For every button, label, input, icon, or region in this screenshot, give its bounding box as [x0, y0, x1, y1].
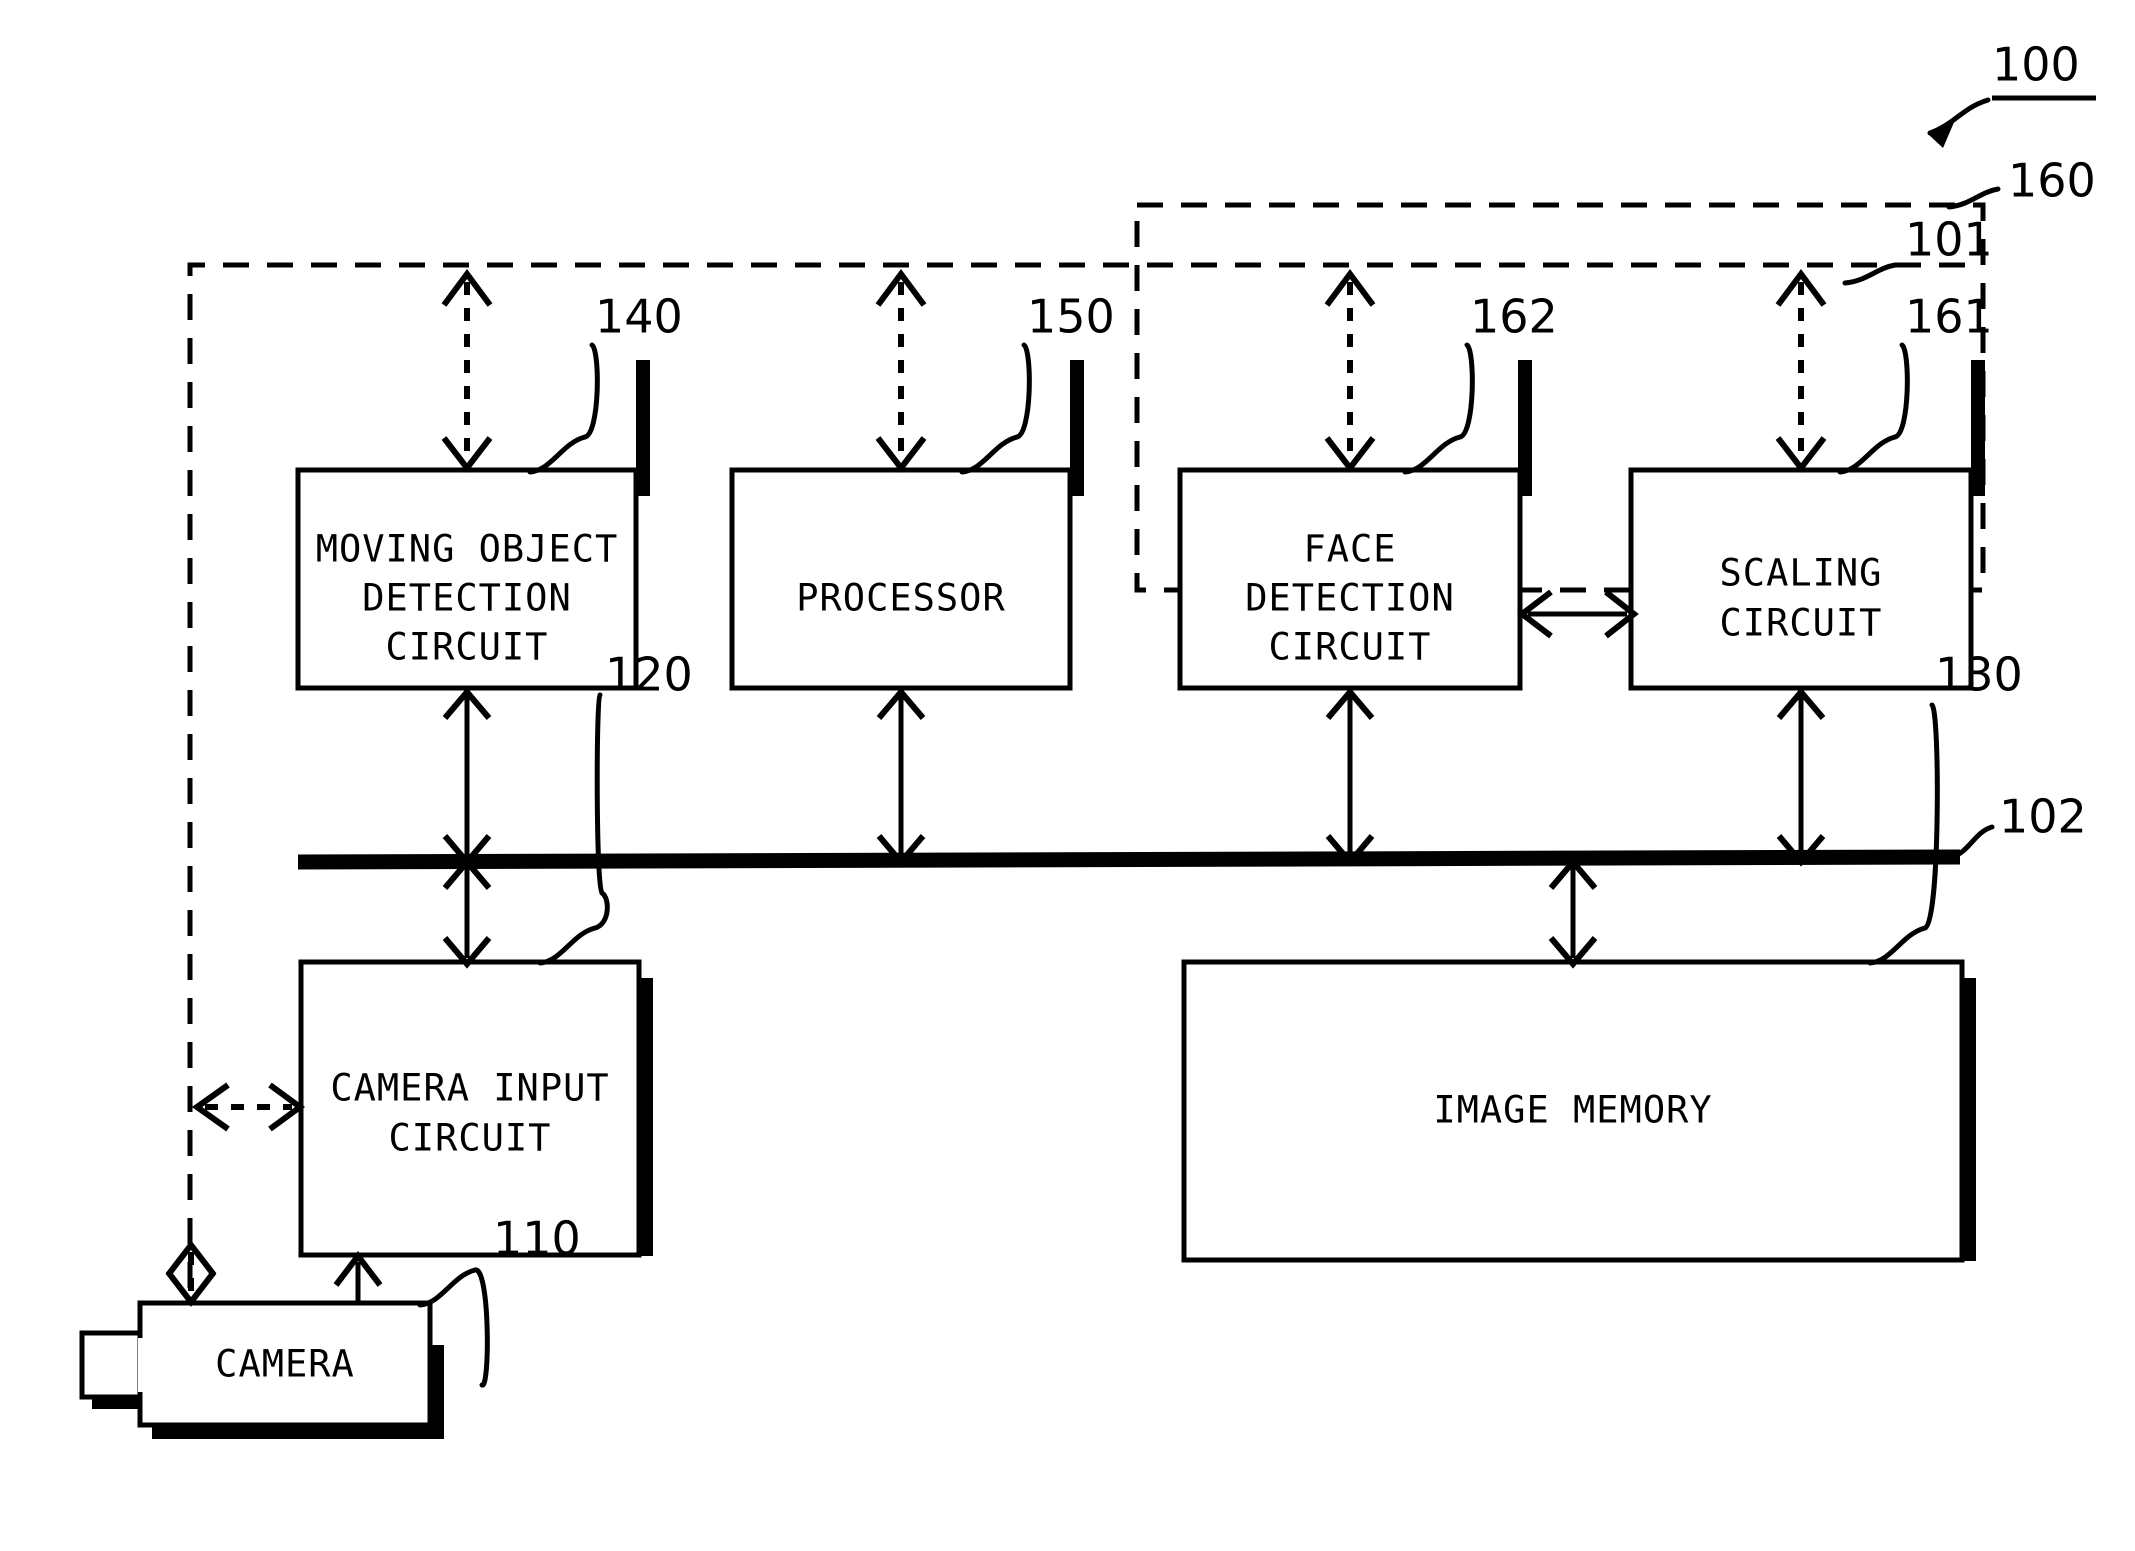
ref-130: 130 [1935, 648, 2023, 702]
connector-face-detection-to-scaling [1517, 589, 1639, 639]
connector-bus-to-image-memory [1548, 857, 1598, 969]
reference-leader-161: 161 [1837, 290, 1993, 475]
reference-leader-100: 100 [1927, 38, 2096, 148]
camera-line-1: CAMERA [215, 1343, 355, 1386]
connector-processor-to-bus [876, 687, 926, 867]
connector-moving-object-to-bus [442, 687, 492, 867]
face-detection-line-1: FACE [1303, 528, 1396, 571]
ref-120: 120 [605, 648, 693, 702]
processor-line-1: PROCESSOR [796, 577, 1005, 620]
reference-leader-162: 162 [1402, 290, 1558, 475]
block-label-processor: PROCESSOR [796, 577, 1005, 620]
ref-161: 161 [1905, 290, 1993, 344]
dashed-connector-boundary-scaling [1775, 268, 1827, 473]
ref-162: 162 [1470, 290, 1558, 344]
dashed-connector-boundary-face-detection [1324, 268, 1376, 473]
block-processor[interactable] [729, 360, 1084, 691]
moving-object-line-2: DETECTION [362, 577, 571, 620]
face-detection-line-2: DETECTION [1245, 577, 1454, 620]
face-detection-line-3: CIRCUIT [1269, 626, 1432, 669]
ref-101: 101 [1905, 213, 1993, 267]
connector-bus-to-camera-input [442, 857, 492, 969]
ref-160: 160 [2008, 154, 2096, 208]
dashed-connector-boundary-processor [875, 268, 927, 473]
reference-leader-102: 102 [1947, 790, 2087, 860]
patent-figure-canvas: MOVING OBJECT DETECTION CIRCUIT PROCESSO… [0, 0, 2135, 1551]
ref-102: 102 [1999, 790, 2087, 844]
ref-140: 140 [595, 290, 683, 344]
reference-leader-160: 160 [1946, 154, 2096, 210]
camera-input-line-1: CAMERA INPUT [330, 1067, 609, 1110]
scaling-line-1: SCALING [1720, 552, 1883, 595]
reference-leader-101: 101 [1842, 213, 1993, 286]
bus-line-102 [297, 849, 1961, 870]
scaling-line-2: CIRCUIT [1720, 602, 1883, 645]
ref-150: 150 [1027, 290, 1115, 344]
moving-object-line-3: CIRCUIT [386, 626, 549, 669]
connector-scaling-to-bus [1776, 687, 1826, 867]
connector-face-detection-to-bus [1325, 687, 1375, 867]
image-memory-line-1: IMAGE MEMORY [1433, 1089, 1712, 1132]
reference-leader-140: 140 [527, 290, 683, 475]
dashed-connector-boundary-camera-input [191, 1082, 306, 1132]
block-label-image-memory: IMAGE MEMORY [1433, 1089, 1712, 1132]
camera-input-line-2: CIRCUIT [389, 1117, 552, 1160]
block-label-camera: CAMERA [215, 1343, 355, 1386]
moving-object-line-1: MOVING OBJECT [316, 528, 619, 571]
reference-leader-150: 150 [959, 290, 1115, 475]
connector-camera-to-camera-input [333, 1251, 383, 1303]
dashed-connector-boundary-moving-object [441, 268, 493, 473]
reference-leader-120: 120 [537, 648, 693, 966]
ref-100: 100 [1992, 38, 2080, 92]
ref-110: 110 [493, 1212, 581, 1266]
